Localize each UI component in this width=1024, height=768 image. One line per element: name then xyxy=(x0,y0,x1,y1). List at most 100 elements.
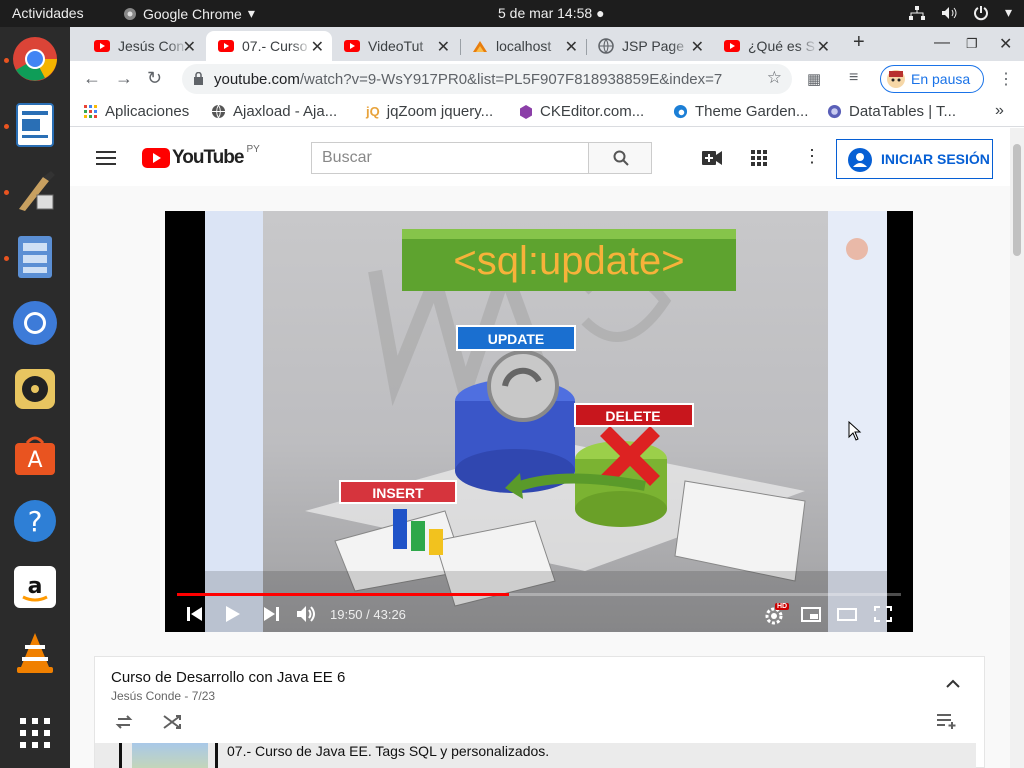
files-icon[interactable] xyxy=(11,233,59,281)
url-host: youtube.com xyxy=(214,70,300,88)
app-name: Google Chrome xyxy=(143,5,242,22)
bookmark-datatables[interactable]: DataTables | T... xyxy=(827,103,956,120)
close-tab-icon[interactable]: ✕ xyxy=(691,37,704,57)
new-tab-button[interactable]: + xyxy=(853,31,865,54)
close-tab-icon[interactable]: ✕ xyxy=(437,37,450,57)
scrollbar-thumb[interactable] xyxy=(1013,144,1021,256)
search-input[interactable]: Buscar xyxy=(311,142,588,174)
bookmark-theme-garden[interactable]: Theme Garden... xyxy=(673,103,808,120)
youtube-logo-icon xyxy=(142,148,170,168)
close-window-button[interactable]: ✕ xyxy=(999,34,1012,54)
fullscreen-icon[interactable] xyxy=(874,606,892,622)
back-button[interactable]: ← xyxy=(83,68,101,89)
writer-icon[interactable] xyxy=(11,101,59,149)
chrome-small-icon xyxy=(124,7,136,20)
avatar-icon xyxy=(887,70,905,88)
clock[interactable]: 5 de mar 14:58 ● xyxy=(498,5,605,21)
tab-localhost[interactable]: localhost ✕ xyxy=(460,31,586,61)
video-player[interactable]: <sql:update> UPDATE DELETE INSERT 19:50 … xyxy=(165,211,913,632)
label-insert: INSERT xyxy=(372,485,424,501)
chromium-icon[interactable] xyxy=(11,299,59,347)
media-queue-icon[interactable]: ≡ xyxy=(849,69,858,87)
datatables-icon xyxy=(827,104,842,119)
close-tab-icon[interactable]: ✕ xyxy=(183,37,196,57)
youtube-favicon-icon xyxy=(94,40,110,52)
hamburger-menu-icon[interactable] xyxy=(96,151,116,165)
bookmarks-bar: Aplicaciones Ajaxload - Aja... jQ jqZoom… xyxy=(70,97,1024,127)
software-store-icon[interactable]: A xyxy=(11,431,59,479)
search-button[interactable] xyxy=(588,142,652,174)
system-tray[interactable]: ▾ xyxy=(908,4,1012,21)
network-icon xyxy=(908,5,925,20)
label-delete: DELETE xyxy=(605,408,660,424)
tab-active-curso[interactable]: 07.- Curso ✕ xyxy=(206,31,332,61)
previous-icon[interactable] xyxy=(187,607,203,621)
playlist-thumbnail xyxy=(132,743,208,768)
running-indicator xyxy=(4,256,9,261)
youtube-logo[interactable]: YouTube PY xyxy=(142,144,260,169)
close-tab-icon[interactable]: ✕ xyxy=(565,37,578,57)
help-icon[interactable]: ? xyxy=(11,497,59,545)
apps-grid-icon[interactable] xyxy=(751,150,767,166)
youtube-favicon-icon xyxy=(344,40,360,52)
restore-button[interactable]: ❐ xyxy=(966,36,978,52)
minimize-button[interactable]: — xyxy=(934,34,950,52)
extension-icon[interactable]: ▦ xyxy=(807,70,821,88)
page-scrollbar[interactable] xyxy=(1010,128,1024,768)
progress-bar[interactable] xyxy=(177,593,901,596)
bookmark-ajaxload[interactable]: Ajaxload - Aja... xyxy=(211,103,337,120)
volume-icon[interactable] xyxy=(296,605,316,623)
tab-videotut[interactable]: VideoTut ✕ xyxy=(332,31,458,61)
playlist-title[interactable]: Curso de Desarrollo con Java EE 6 xyxy=(111,669,345,686)
signin-button[interactable]: INICIAR SESIÓN xyxy=(836,139,993,179)
activities-button[interactable]: Actividades xyxy=(12,5,84,21)
add-to-queue-icon[interactable] xyxy=(937,713,957,729)
settings-dots-icon[interactable]: ⋮ xyxy=(803,146,821,167)
slide-title: <sql:update> xyxy=(453,239,684,283)
close-tab-icon[interactable]: ✕ xyxy=(817,37,830,57)
bookmark-star-icon[interactable]: ☆ xyxy=(767,68,782,88)
forward-button[interactable]: → xyxy=(115,68,133,89)
bookmark-apps[interactable]: Aplicaciones xyxy=(84,103,189,120)
chrome-icon[interactable] xyxy=(11,35,59,83)
youtube-header: YouTube PY Buscar ⋮ INICIAR SESIÓN xyxy=(70,128,1010,186)
tab-que-es[interactable]: ¿Qué es S ✕ xyxy=(712,31,838,61)
paint-icon[interactable] xyxy=(11,167,59,215)
shuffle-icon[interactable] xyxy=(163,714,181,730)
play-icon[interactable] xyxy=(225,605,241,623)
chevron-down-icon: ▾ xyxy=(1004,4,1012,20)
app-menu[interactable]: Google Chrome ▾ xyxy=(123,5,255,22)
profile-paused-button[interactable]: En pausa xyxy=(880,65,984,93)
miniplayer-icon[interactable] xyxy=(801,607,821,622)
loop-icon[interactable] xyxy=(115,714,133,730)
played-bar xyxy=(177,593,509,596)
account-icon xyxy=(848,148,872,172)
svg-text:?: ? xyxy=(28,505,43,538)
bookmark-jqzoom[interactable]: jQ jqZoom jquery... xyxy=(366,103,493,120)
close-tab-icon[interactable]: ✕ xyxy=(311,37,324,57)
theater-mode-icon[interactable] xyxy=(837,608,857,621)
next-icon[interactable] xyxy=(263,607,279,621)
amazon-icon[interactable]: a xyxy=(11,563,59,611)
url-path: /watch?v=9-WsY917PR0&list=PL5F907F818938… xyxy=(299,70,723,88)
chrome-menu-icon[interactable]: ⋮ xyxy=(998,69,1014,89)
tab-jsp-page[interactable]: JSP Page ✕ xyxy=(586,31,712,61)
playlist-panel: Curso de Desarrollo con Java EE 6 Jesús … xyxy=(94,656,985,768)
rhythmbox-icon[interactable] xyxy=(11,365,59,413)
vlc-icon[interactable] xyxy=(11,629,59,677)
app-grid-icon[interactable] xyxy=(11,709,59,757)
tab-youtube-jesus[interactable]: Jesús Con ✕ xyxy=(82,31,204,61)
chevron-up-icon[interactable] xyxy=(946,679,960,688)
create-video-icon[interactable] xyxy=(702,151,722,165)
bookmark-ckeditor[interactable]: CKEditor.com... xyxy=(519,103,644,120)
time-display: 19:50 / 43:26 xyxy=(330,607,406,622)
playlist-item-current[interactable]: 07.- Curso de Java EE. Tags SQL y person… xyxy=(95,743,976,768)
bookmarks-overflow-icon[interactable]: » xyxy=(995,102,1004,120)
chrome-window: Jesús Con ✕ 07.- Curso ✕ VideoTut ✕ loca… xyxy=(70,27,1024,768)
address-bar[interactable]: youtube.com/watch?v=9-WsY917PR0&list=PL5… xyxy=(182,64,792,94)
globe-icon xyxy=(211,104,226,119)
reload-button[interactable]: ↻ xyxy=(147,68,162,89)
hd-badge: HD xyxy=(775,603,790,610)
video-frame: <sql:update> UPDATE DELETE INSERT xyxy=(205,211,887,632)
ubuntu-dock: A ? a xyxy=(0,27,70,768)
